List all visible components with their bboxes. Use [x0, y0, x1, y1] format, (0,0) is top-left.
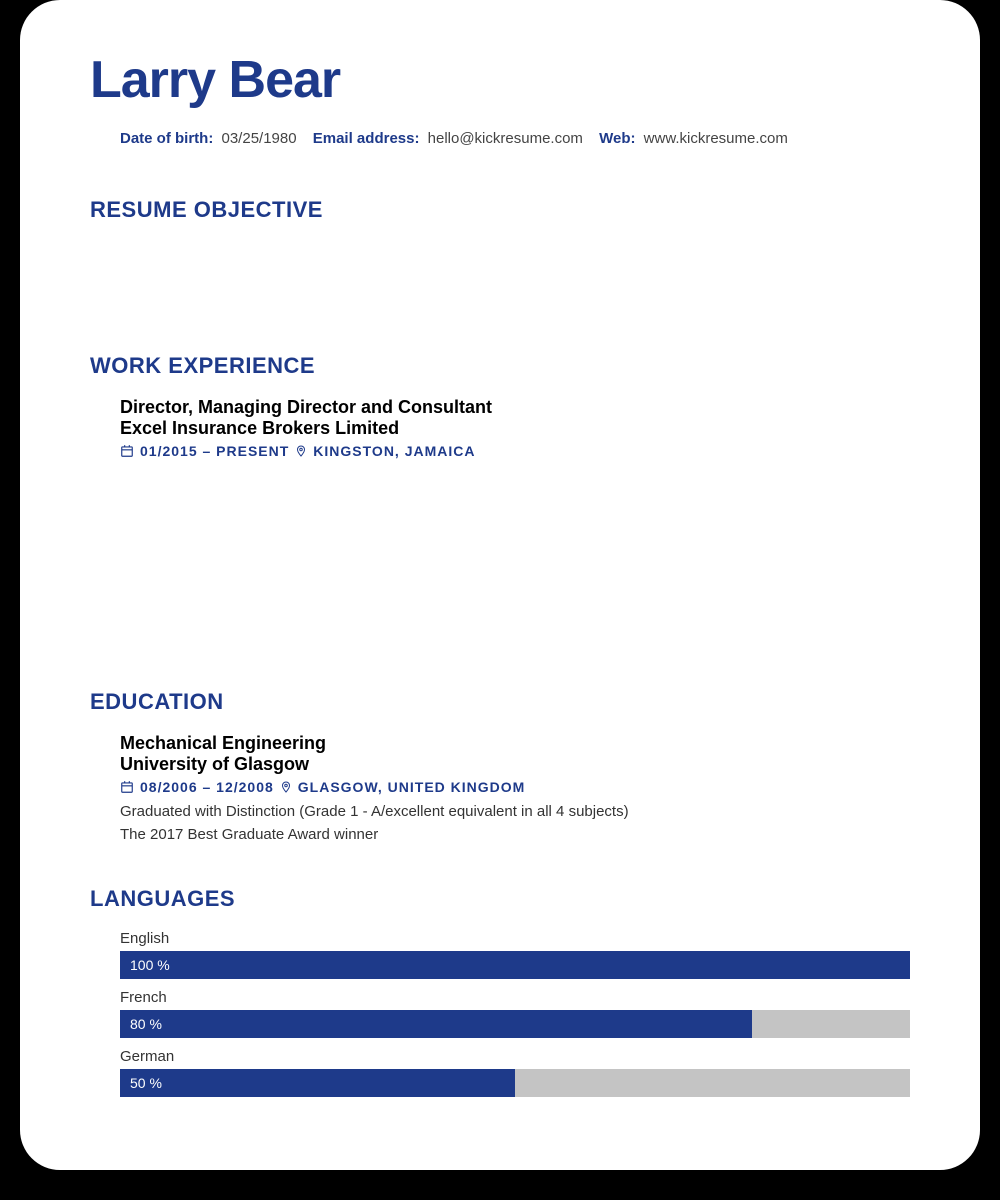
- dob-label: Date of birth:: [120, 130, 213, 147]
- section-languages: LANGUAGES English 100 % French 80 % Germ…: [90, 886, 910, 1097]
- location-icon: [280, 780, 292, 794]
- email-label: Email address:: [313, 130, 420, 147]
- education-desc: Graduated with Distinction (Grade 1 - A/…: [120, 801, 910, 846]
- language-bar: 50 %: [120, 1069, 910, 1097]
- work-heading: WORK EXPERIENCE: [90, 353, 910, 379]
- calendar-icon: [120, 780, 134, 794]
- education-dates: 08/2006 – 12/2008: [140, 779, 274, 795]
- location-icon: [295, 444, 307, 458]
- education-entry: Mechanical Engineering University of Gla…: [120, 733, 910, 846]
- language-fill: 50 %: [120, 1069, 515, 1097]
- education-desc-line: Graduated with Distinction (Grade 1 - A/…: [120, 801, 910, 824]
- language-fill: 100 %: [120, 951, 910, 979]
- education-title: Mechanical Engineering: [120, 733, 910, 754]
- language-fill: 80 %: [120, 1010, 752, 1038]
- email-value: hello@kickresume.com: [428, 130, 583, 147]
- section-education: EDUCATION Mechanical Engineering Univers…: [90, 689, 910, 846]
- education-desc-line: The 2017 Best Graduate Award winner: [120, 824, 910, 847]
- language-bar: 100 %: [120, 951, 910, 979]
- language-item: French 80 %: [120, 989, 910, 1038]
- education-meta: 08/2006 – 12/2008 GLASGOW, UNITED KINGDO…: [120, 779, 910, 795]
- work-meta: 01/2015 – present KINGSTON, JAMAICA: [120, 443, 910, 459]
- languages-list: English 100 % French 80 % German 50 %: [120, 930, 910, 1097]
- work-dates: 01/2015 – present: [140, 443, 289, 459]
- applicant-name: Larry Bear: [90, 50, 910, 110]
- section-work: WORK EXPERIENCE Director, Managing Direc…: [90, 353, 910, 459]
- language-item: English 100 %: [120, 930, 910, 979]
- contact-line: Date of birth: 03/25/1980 Email address:…: [120, 130, 910, 147]
- language-bar: 80 %: [120, 1010, 910, 1038]
- language-name: English: [120, 930, 910, 947]
- web-label: Web:: [599, 130, 635, 147]
- education-school: University of Glasgow: [120, 754, 910, 775]
- web-value: www.kickresume.com: [644, 130, 788, 147]
- education-heading: EDUCATION: [90, 689, 910, 715]
- language-item: German 50 %: [120, 1048, 910, 1097]
- calendar-icon: [120, 444, 134, 458]
- work-company: Excel Insurance Brokers Limited: [120, 418, 910, 439]
- work-entry: Director, Managing Director and Consulta…: [120, 397, 910, 459]
- objective-heading: RESUME OBJECTIVE: [90, 197, 910, 223]
- languages-heading: LANGUAGES: [90, 886, 910, 912]
- section-objective: RESUME OBJECTIVE: [90, 197, 910, 223]
- language-name: German: [120, 1048, 910, 1065]
- resume-page: Larry Bear Date of birth: 03/25/1980 Ema…: [20, 0, 980, 1170]
- work-location: KINGSTON, JAMAICA: [313, 443, 475, 459]
- dob-value: 03/25/1980: [222, 130, 297, 147]
- education-location: GLASGOW, UNITED KINGDOM: [298, 779, 526, 795]
- work-title: Director, Managing Director and Consulta…: [120, 397, 910, 418]
- language-name: French: [120, 989, 910, 1006]
